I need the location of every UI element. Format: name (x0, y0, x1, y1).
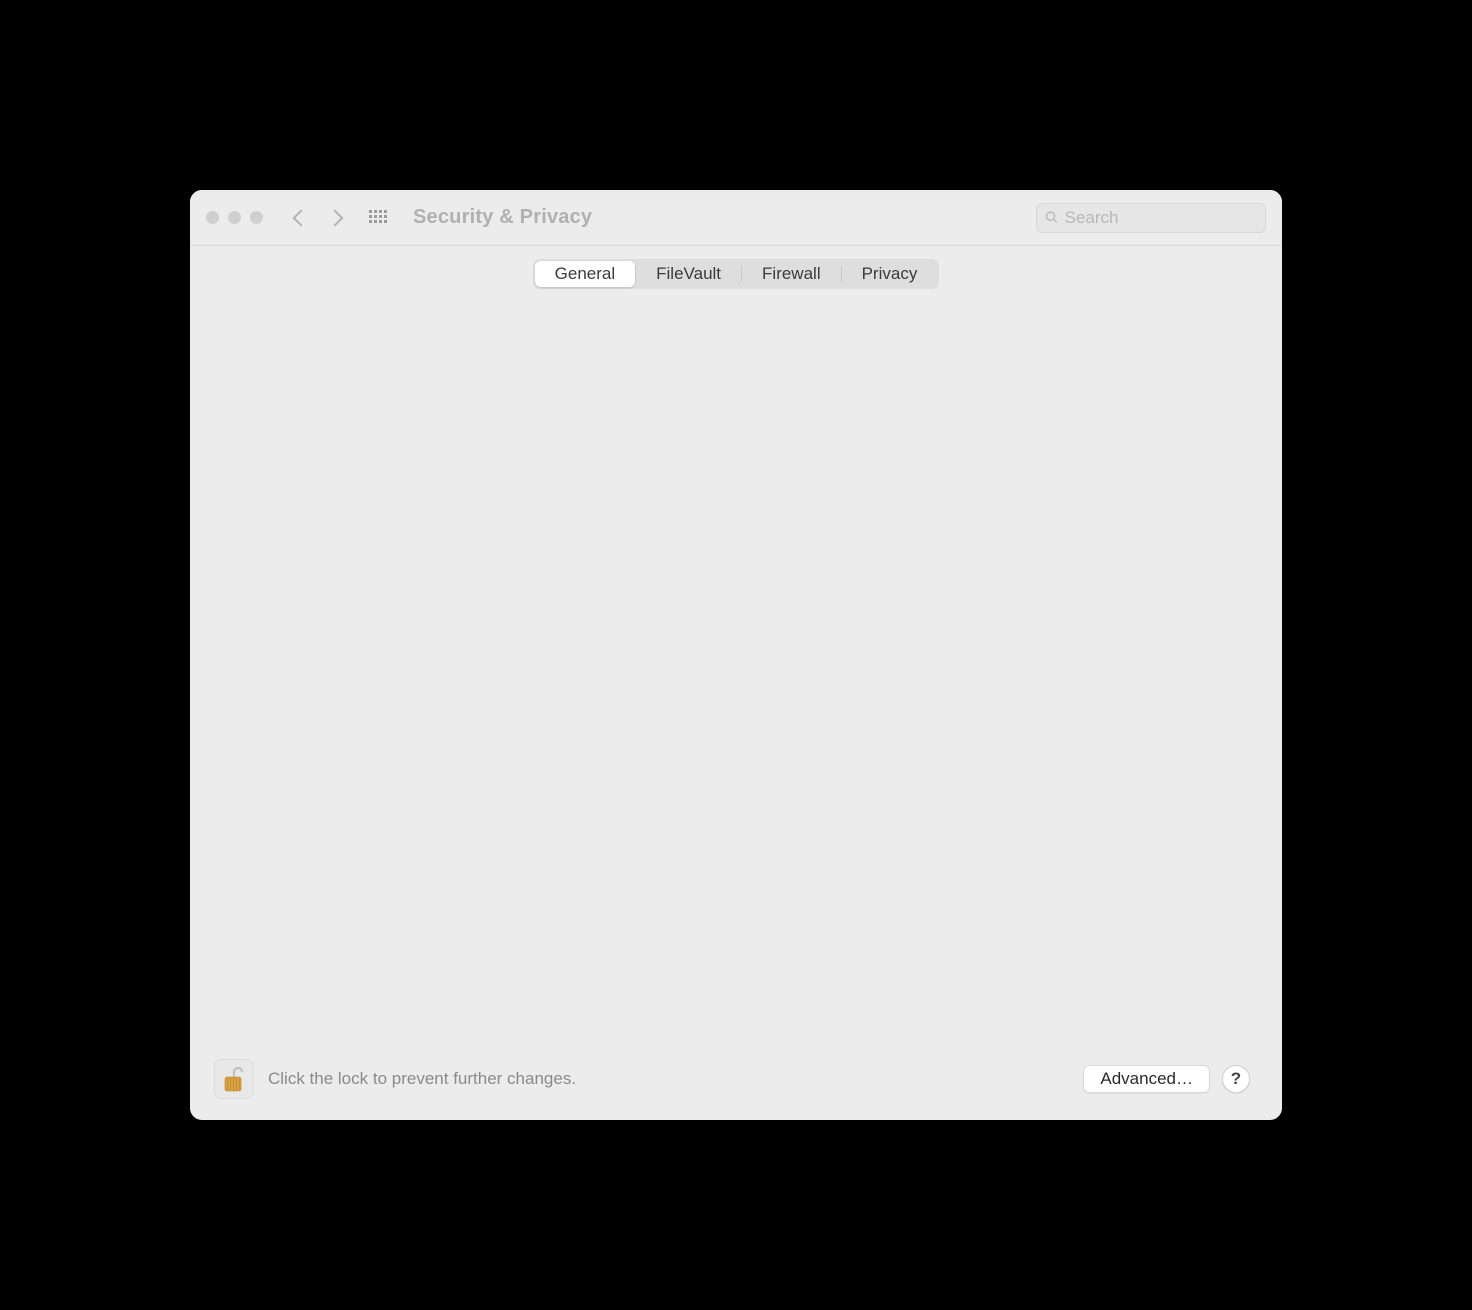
forward-button[interactable] (327, 209, 344, 226)
allow-highlight: Allow (984, 828, 1172, 884)
tab-filevault[interactable]: FileVault (636, 261, 741, 287)
tab-firewall[interactable]: Firewall (742, 261, 841, 287)
divider (204, 649, 1268, 650)
radio-app-store[interactable]: App Store (300, 718, 1172, 738)
password-delay-select[interactable]: 5 minutes (523, 385, 637, 413)
allow-apps-label: Allow apps downloaded from: (300, 684, 1172, 704)
password-delay-value: 5 minutes (536, 389, 610, 408)
allow-button[interactable]: Allow (998, 842, 1158, 870)
blocked-software-text: System software from developer “Rogue Am… (300, 828, 964, 879)
radio-identified-developers[interactable]: App Store and identified developers (300, 748, 1172, 768)
search-field[interactable] (1036, 203, 1266, 233)
minimize-window-icon[interactable] (228, 211, 241, 224)
tabs: General FileVault Firewall Privacy (204, 259, 1268, 289)
lock-button[interactable] (214, 1059, 254, 1099)
window-controls (206, 211, 263, 224)
nav-buttons (295, 212, 341, 224)
preferences-window: Security & Privacy General FileVault Fir… (190, 190, 1282, 1120)
footer: Click the lock to prevent further change… (204, 1048, 1268, 1120)
login-password-text: A login password has been set for this u… (300, 347, 624, 367)
radio-app-store-input[interactable] (344, 719, 362, 737)
segmented-control: General FileVault Firewall Privacy (533, 259, 940, 289)
tab-privacy[interactable]: Privacy (842, 261, 938, 287)
window-title: Security & Privacy (413, 206, 592, 229)
select-arrows-icon (620, 395, 628, 404)
close-window-icon[interactable] (206, 211, 219, 224)
unlocked-lock-icon (223, 1065, 245, 1093)
content: General FileVault Firewall Privacy A log… (190, 246, 1282, 1120)
back-button[interactable] (293, 209, 310, 226)
require-password-checkbox[interactable] (344, 390, 362, 408)
search-icon (1045, 210, 1059, 225)
show-all-icon[interactable] (369, 210, 389, 226)
titlebar: Security & Privacy (190, 190, 1282, 246)
radio-app-store-label: App Store (374, 718, 450, 738)
tab-general[interactable]: General (535, 261, 635, 287)
help-button[interactable]: ? (1222, 1065, 1250, 1093)
radio-identified-developers-label: App Store and identified developers (374, 748, 643, 768)
change-password-button[interactable]: Change Password… (636, 343, 826, 371)
require-password-label: Require password (374, 389, 511, 409)
login-password-row: A login password has been set for this u… (300, 343, 1172, 371)
radio-identified-developers-input[interactable] (344, 749, 362, 767)
show-message-row: Show a message when the screen is locked… (300, 427, 1172, 455)
show-message-checkbox[interactable] (344, 432, 362, 450)
set-lock-message-button: Set Lock Message… (717, 427, 908, 455)
after-sleep-text: after sleep or screen saver begins (649, 389, 905, 409)
zoom-window-icon[interactable] (250, 211, 263, 224)
require-password-row: Require password 5 minutes after sleep o… (300, 385, 1172, 413)
blocked-software-row: System software from developer “Rogue Am… (300, 828, 1172, 884)
lock-text: Click the lock to prevent further change… (268, 1069, 576, 1089)
general-panel: A login password has been set for this u… (204, 274, 1268, 1048)
search-input[interactable] (1065, 208, 1257, 228)
show-message-label: Show a message when the screen is locked (374, 431, 705, 451)
advanced-button[interactable]: Advanced… (1083, 1065, 1210, 1093)
